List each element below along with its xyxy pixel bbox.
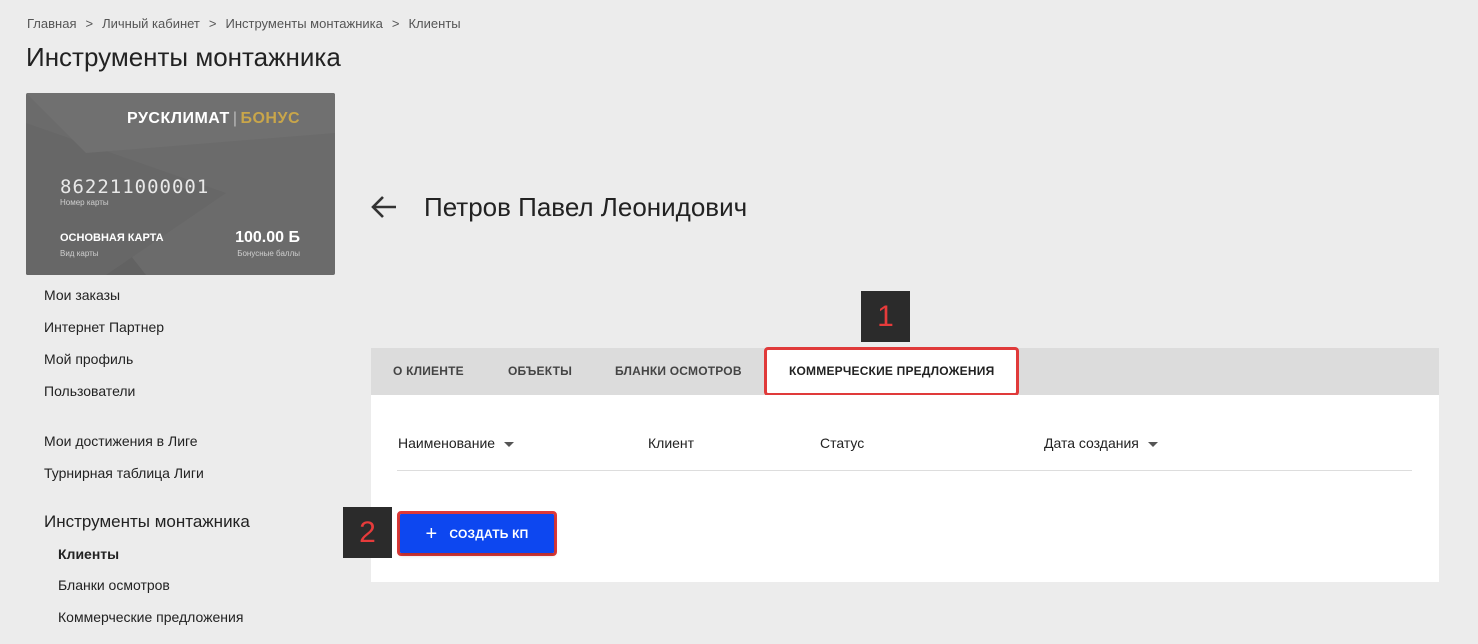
sidebar-item-profile[interactable]: Мой профиль (44, 351, 133, 367)
arrow-left-icon[interactable] (370, 193, 398, 226)
plus-icon: + (425, 522, 438, 545)
tab-commercial-offers[interactable]: КОММЕРЧЕСКИЕ ПРЕДЛОЖЕНИЯ (764, 347, 1020, 396)
annotation-marker-1: 1 (861, 291, 910, 342)
card-type-label: Вид карты (60, 249, 99, 258)
column-header-name[interactable]: Наименование (398, 435, 515, 451)
breadcrumb: Главная > Личный кабинет > Инструменты м… (27, 16, 461, 31)
client-name: Петров Павел Леонидович (424, 192, 748, 222)
card-number-label: Номер карты (60, 198, 109, 207)
card-brand-divider: | (232, 110, 238, 127)
sort-down-icon (1147, 441, 1158, 447)
breadcrumb-separator: > (208, 16, 217, 31)
sidebar-item-league-table[interactable]: Турнирная таблица Лиги (44, 465, 204, 481)
tabs-bar: О КЛИЕНТЕ ОБЪЕКТЫ БЛАНКИ ОСМОТРОВ КОММЕР… (371, 347, 1439, 396)
sidebar-subitem-clients[interactable]: Клиенты (58, 546, 119, 562)
annotation-marker-2: 2 (343, 507, 392, 558)
tab-inspection-forms[interactable]: БЛАНКИ ОСМОТРОВ (615, 348, 742, 395)
bonus-card: РУСКЛИМАТ | БОНУС 862211000001 Номер карты… (26, 93, 335, 275)
breadcrumb-account[interactable]: Личный кабинет (102, 16, 200, 31)
page-title: Инструменты монтажника (26, 42, 341, 72)
breadcrumb-tools[interactable]: Инструменты монтажника (225, 16, 382, 31)
tab-about-client[interactable]: О КЛИЕНТЕ (393, 348, 464, 395)
sidebar-subitem-inspection-forms[interactable]: Бланки осмотров (58, 577, 170, 593)
sidebar-item-users[interactable]: Пользователи (44, 383, 135, 399)
table-divider (397, 470, 1412, 471)
tab-objects[interactable]: ОБЪЕКТЫ (508, 348, 572, 395)
create-offer-button[interactable]: + СОЗДАТЬ КП (397, 511, 557, 556)
card-brand: РУСКЛИМАТ | БОНУС (127, 110, 300, 128)
card-brand-bonus: БОНУС (240, 110, 300, 127)
column-header-client: Клиент (648, 435, 694, 451)
sidebar-item-league-achievements[interactable]: Мои достижения в Лиге (44, 433, 198, 449)
column-header-client-label: Клиент (648, 435, 695, 451)
card-number: 862211000001 (60, 176, 210, 198)
column-header-date-label: Дата создания (1044, 435, 1139, 451)
breadcrumb-home[interactable]: Главная (27, 16, 76, 31)
column-header-name-label: Наименование (398, 435, 496, 451)
sort-down-icon (504, 441, 515, 447)
sidebar-section-tools[interactable]: Инструменты монтажника (44, 512, 250, 532)
column-header-status-label: Статус (820, 435, 865, 451)
sidebar-subitem-commercial-offers[interactable]: Коммерческие предложения (58, 609, 243, 625)
create-offer-button-label: СОЗДАТЬ КП (449, 526, 529, 541)
card-points-label: Бонусные баллы (237, 249, 300, 258)
breadcrumb-separator: > (85, 16, 94, 31)
card-points: 100.00 Б (235, 229, 300, 246)
sidebar-item-partner[interactable]: Интернет Партнер (44, 319, 164, 335)
column-header-status: Статус (820, 435, 864, 451)
breadcrumb-separator: > (391, 16, 400, 31)
sidebar-item-orders[interactable]: Мои заказы (44, 287, 120, 303)
card-brand-name: РУСКЛИМАТ (127, 110, 230, 127)
card-type: ОСНОВНАЯ КАРТА (60, 232, 164, 244)
breadcrumb-clients: Клиенты (408, 16, 461, 31)
column-header-date[interactable]: Дата создания (1044, 435, 1158, 451)
